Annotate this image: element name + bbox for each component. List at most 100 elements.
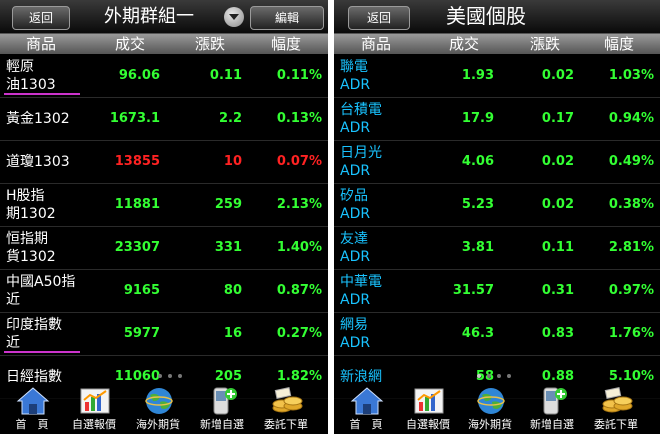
price-value: 23307	[114, 240, 160, 255]
change-value: 2.2	[218, 111, 242, 126]
change-value: 331	[214, 240, 242, 255]
change-value: 16	[223, 326, 242, 341]
col-product[interactable]: 商品	[0, 34, 82, 54]
globe-icon	[142, 386, 176, 416]
quote-row[interactable]: 網易 ADR 46.3 0.83 1.76%	[334, 313, 660, 356]
tab-coins[interactable]: 委託下單	[254, 384, 318, 434]
tab-label: 委託下單	[594, 418, 638, 431]
page-indicator	[155, 363, 328, 382]
product-name: 中國A50指	[6, 274, 76, 290]
quote-row[interactable]: 台積電 ADR 17.9 0.17 0.94%	[334, 98, 660, 141]
quote-row[interactable]: 聯電 ADR 1.93 0.02 1.03%	[334, 55, 660, 98]
product-name: 道瓊1303	[6, 154, 70, 170]
product-name-line2: 近	[6, 292, 20, 308]
change-value: 0.83	[541, 326, 574, 341]
change-value: 0.17	[541, 111, 574, 126]
quote-row[interactable]: 輕原 油1303 96.06 0.11 0.11%	[0, 55, 328, 98]
page-title: 美國個股	[446, 4, 526, 28]
us-stocks-panel: 返回 美國個股 商品 成交 漲跌 幅度 聯電 ADR 1.93 0.02 1.03% 台積…	[334, 0, 660, 434]
product-name: 輕原	[6, 59, 34, 75]
price-value: 9165	[123, 283, 160, 298]
price-value: 1673.1	[109, 111, 160, 126]
column-header: 商品 成交 漲跌 幅度	[0, 34, 328, 54]
product-name-line2: ADR	[340, 292, 371, 308]
edit-button[interactable]: 編輯	[250, 6, 324, 30]
product-name: 恒指期	[6, 231, 48, 247]
foreign-futures-panel: 返回 外期群組一 編輯 商品 成交 漲跌 幅度 輕原 油1303 96.06 0.11…	[0, 0, 328, 434]
price-value: 4.06	[461, 154, 494, 169]
tab-label: 首 頁	[15, 418, 49, 431]
tab-globe[interactable]: 海外期貨	[126, 384, 190, 434]
change-value: 0.31	[541, 283, 574, 298]
home-icon	[350, 386, 384, 416]
chevron-down-icon[interactable]	[224, 7, 244, 27]
tab-home[interactable]: 首 頁	[334, 384, 398, 434]
price-value: 11060	[114, 369, 160, 384]
tab-chart[interactable]: 自選報價	[62, 384, 126, 434]
tab-home[interactable]: 首 頁	[0, 384, 64, 434]
product-name-line2: ADR	[340, 163, 371, 179]
pct-value: 0.27%	[276, 326, 322, 341]
col-product[interactable]: 商品	[334, 34, 418, 54]
coins-icon	[270, 386, 304, 416]
quote-row[interactable]: 道瓊1303 13855 10 0.07%	[0, 141, 328, 184]
column-header: 商品 成交 漲跌 幅度	[334, 34, 660, 54]
change-value: 259	[214, 197, 242, 212]
tab-chart[interactable]: 自選報價	[396, 384, 460, 434]
tab-label: 海外期貨	[468, 418, 512, 431]
price-value: 11881	[114, 197, 160, 212]
pct-value: 2.81%	[608, 240, 654, 255]
product-name: 中華電	[340, 274, 382, 290]
col-change[interactable]: 漲跌	[175, 34, 245, 54]
tab-phone-add[interactable]: 新增自選	[520, 384, 584, 434]
page-title: 外期群組一	[104, 6, 194, 27]
tab-phone-add[interactable]: 新增自選	[190, 384, 254, 434]
product-name-line2: ADR	[340, 120, 371, 136]
product-name-line2: 貨1302	[6, 249, 56, 265]
globe-icon	[474, 386, 508, 416]
tab-globe[interactable]: 海外期貨	[458, 384, 522, 434]
col-pct[interactable]: 幅度	[250, 34, 322, 54]
product-name: 友達	[340, 231, 368, 247]
phone-add-icon	[206, 386, 240, 416]
top-bar: 返回 外期群組一 編輯	[0, 0, 328, 34]
col-price[interactable]: 成交	[90, 34, 170, 54]
product-name-line2: ADR	[340, 335, 371, 351]
product-name: 黃金1302	[6, 111, 70, 127]
price-value: 31.57	[452, 283, 494, 298]
quote-row[interactable]: 印度指數近 5977 16 0.27%	[0, 313, 328, 356]
price-value: 1.93	[461, 68, 494, 83]
quote-row[interactable]: 矽品 ADR 5.23 0.02 0.38%	[334, 184, 660, 227]
tab-coins[interactable]: 委託下單	[584, 384, 648, 434]
pct-value: 0.94%	[608, 111, 654, 126]
change-value: 0.11	[541, 240, 574, 255]
product-name-line2: ADR	[340, 249, 371, 265]
pct-value: 0.11%	[276, 68, 322, 83]
col-pct[interactable]: 幅度	[582, 34, 656, 54]
price-value: 17.9	[461, 111, 494, 126]
product-name: H股指	[6, 188, 45, 204]
quote-row[interactable]: 日月光 ADR 4.06 0.02 0.49%	[334, 141, 660, 184]
page-indicator	[474, 363, 660, 382]
quote-row[interactable]: 黃金1302 1673.1 2.2 0.13%	[0, 98, 328, 141]
product-name: 台積電	[340, 102, 382, 118]
product-name: 網易	[340, 317, 368, 333]
quote-row[interactable]: 中華電 ADR 31.57 0.31 0.97%	[334, 270, 660, 313]
quote-row[interactable]: 恒指期 貨1302 23307 331 1.40%	[0, 227, 328, 270]
change-value: 0.02	[541, 154, 574, 169]
change-value: 80	[223, 283, 242, 298]
quote-row[interactable]: H股指 期1302 11881 259 2.13%	[0, 184, 328, 227]
quote-row[interactable]: 中國A50指近 9165 80 0.87%	[0, 270, 328, 313]
col-price[interactable]: 成交	[424, 34, 504, 54]
price-value: 5.23	[461, 197, 494, 212]
back-button[interactable]: 返回	[12, 6, 70, 30]
tab-label: 首 頁	[349, 418, 383, 431]
pct-value: 0.49%	[608, 154, 654, 169]
col-change[interactable]: 漲跌	[510, 34, 580, 54]
pct-value: 0.97%	[608, 283, 654, 298]
product-name: 日月光	[340, 145, 382, 161]
price-value: 46.3	[461, 326, 494, 341]
quote-row[interactable]: 友達 ADR 3.81 0.11 2.81%	[334, 227, 660, 270]
back-button[interactable]: 返回	[348, 6, 410, 30]
bottom-nav: 首 頁 自選報價 海外期貨 新增自選 委託下單	[0, 384, 328, 434]
